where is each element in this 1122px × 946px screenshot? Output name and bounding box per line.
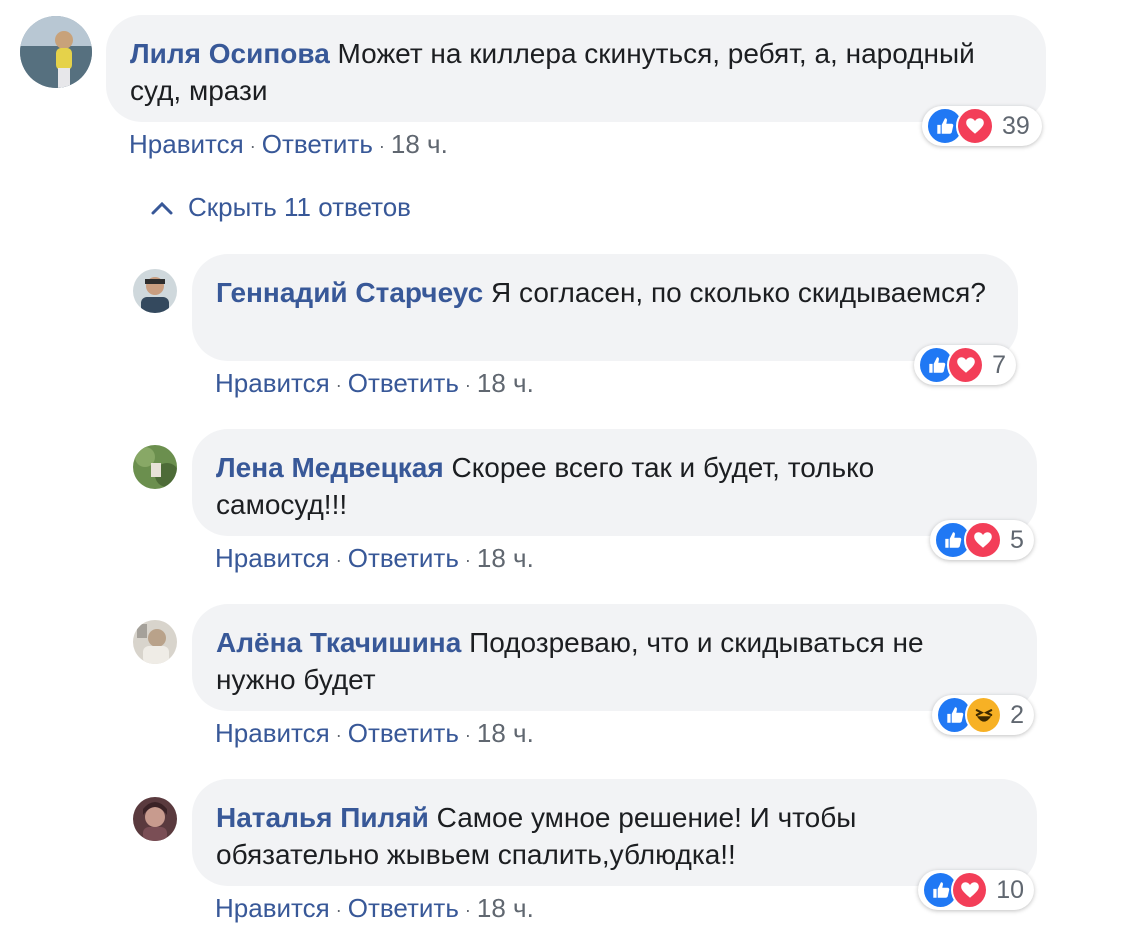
- comment-time[interactable]: 18 ч.: [477, 543, 534, 573]
- comment-actions: Нравится · Ответить · 18 ч.: [215, 543, 534, 574]
- separator: ·: [335, 899, 342, 920]
- reactions-summary[interactable]: 39: [922, 106, 1042, 146]
- avatar[interactable]: [133, 445, 177, 489]
- like-link[interactable]: Нравится: [215, 543, 330, 573]
- reply-link[interactable]: Ответить: [348, 893, 459, 923]
- avatar[interactable]: [133, 797, 177, 841]
- like-link[interactable]: Нравится: [215, 368, 330, 398]
- comment-time[interactable]: 18 ч.: [391, 129, 448, 159]
- separator: ·: [335, 549, 342, 570]
- reply-link[interactable]: Ответить: [348, 718, 459, 748]
- reply-link[interactable]: Ответить: [262, 129, 373, 159]
- hide-replies-label: Скрыть 11 ответов: [188, 192, 411, 222]
- reply-link[interactable]: Ответить: [348, 368, 459, 398]
- comment-author[interactable]: Алёна Ткачишина: [216, 627, 461, 658]
- comment-author[interactable]: Лиля Осипова: [130, 38, 330, 69]
- separator: ·: [464, 374, 471, 395]
- comment-time[interactable]: 18 ч.: [477, 893, 534, 923]
- comment-time[interactable]: 18 ч.: [477, 718, 534, 748]
- comment-actions: Нравится · Ответить · 18 ч.: [129, 129, 448, 160]
- love-icon: [951, 871, 989, 909]
- reaction-count: 5: [1010, 525, 1024, 554]
- like-link[interactable]: Нравится: [215, 893, 330, 923]
- chevron-up-icon: [151, 201, 173, 214]
- comment-actions: Нравится · Ответить · 18 ч.: [215, 368, 534, 399]
- like-link[interactable]: Нравится: [215, 718, 330, 748]
- separator: ·: [335, 724, 342, 745]
- avatar[interactable]: [20, 16, 92, 88]
- avatar[interactable]: [133, 269, 177, 313]
- comment-bubble: Лиля Осипова Может на киллера скинуться,…: [106, 15, 1046, 122]
- comment-bubble: Алёна Ткачишина Подозреваю, что и скидыв…: [192, 604, 1037, 711]
- comment-actions: Нравится · Ответить · 18 ч.: [215, 718, 534, 749]
- comment-actions: Нравится · Ответить · 18 ч.: [215, 893, 534, 924]
- like-link[interactable]: Нравится: [129, 129, 244, 159]
- separator: ·: [464, 549, 471, 570]
- comment-author[interactable]: Лена Медвецкая: [216, 452, 444, 483]
- comment-bubble: Наталья Пиляй Самое умное решение! И что…: [192, 779, 1037, 886]
- comment-author[interactable]: Геннадий Старчеус: [216, 277, 483, 308]
- reaction-count: 2: [1010, 700, 1024, 729]
- love-icon: [964, 521, 1002, 559]
- reactions-summary[interactable]: 5: [930, 520, 1034, 560]
- reactions-summary[interactable]: 10: [918, 870, 1034, 910]
- comment-author[interactable]: Наталья Пиляй: [216, 802, 429, 833]
- reply-link[interactable]: Ответить: [348, 543, 459, 573]
- separator: ·: [378, 135, 385, 156]
- reactions-summary[interactable]: 2: [932, 695, 1034, 735]
- separator: ·: [335, 374, 342, 395]
- love-icon: [947, 346, 985, 384]
- comment-bubble: Геннадий Старчеус Я согласен, по сколько…: [192, 254, 1018, 361]
- avatar[interactable]: [133, 620, 177, 664]
- hide-replies-link[interactable]: Скрыть 11 ответов: [150, 192, 411, 223]
- reaction-count: 10: [996, 875, 1024, 904]
- love-icon: [956, 107, 994, 145]
- reaction-count: 7: [992, 350, 1006, 379]
- haha-icon: [965, 696, 1003, 734]
- reaction-count: 39: [1002, 111, 1030, 140]
- separator: ·: [464, 899, 471, 920]
- comment-time[interactable]: 18 ч.: [477, 368, 534, 398]
- comment-bubble: Лена Медвецкая Скорее всего так и будет,…: [192, 429, 1037, 536]
- reactions-summary[interactable]: 7: [914, 345, 1016, 385]
- separator: ·: [464, 724, 471, 745]
- separator: ·: [249, 135, 256, 156]
- comment-text: Я согласен, по сколько скидываемся?: [491, 277, 986, 308]
